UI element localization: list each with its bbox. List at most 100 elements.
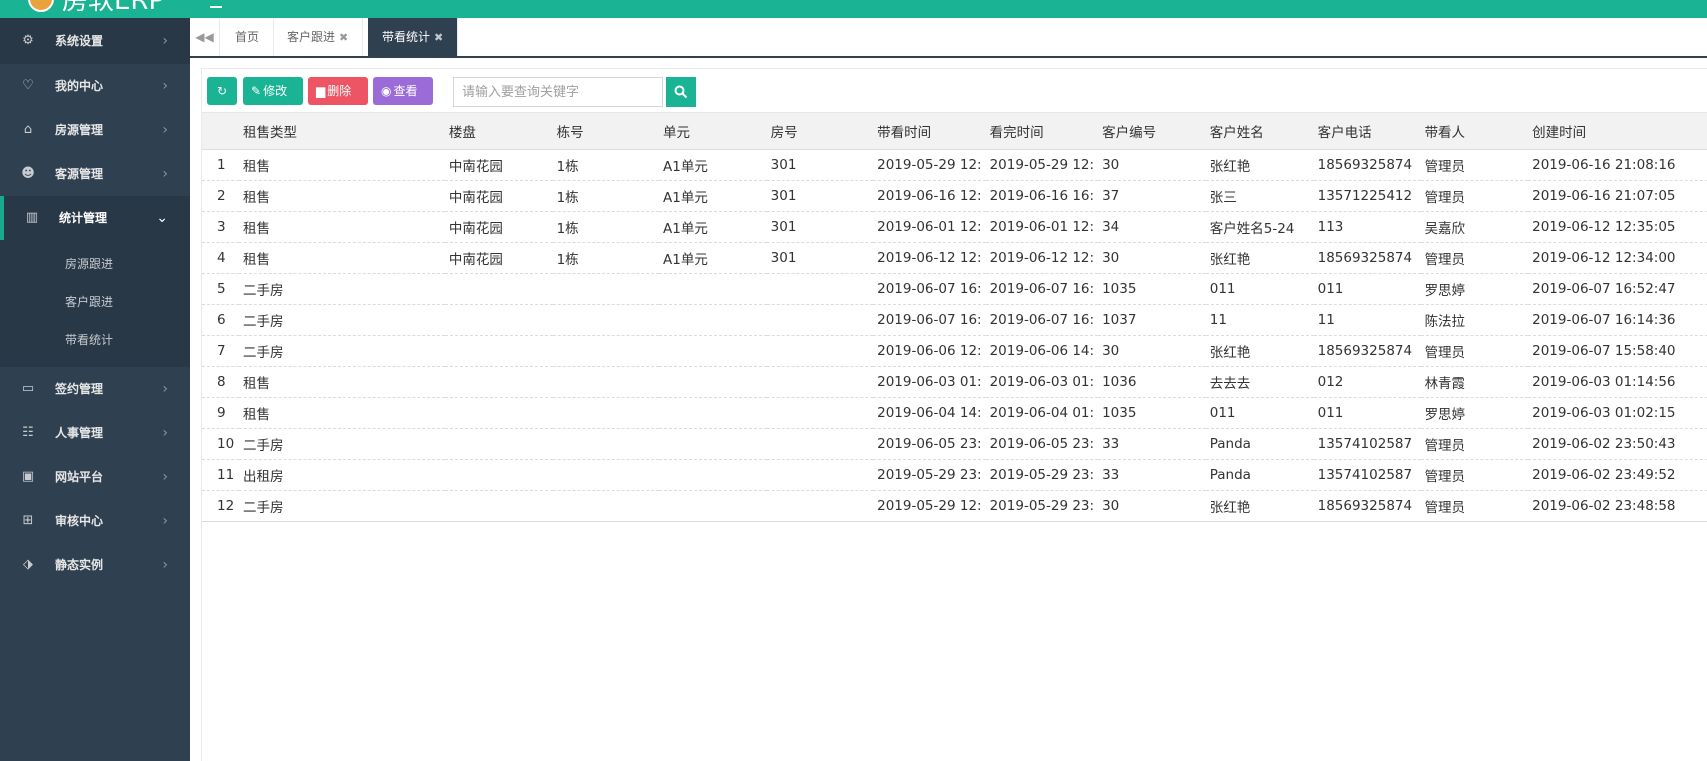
table-cell: 陈法拉 xyxy=(1420,304,1529,336)
sidebar-item-static-examples[interactable]: ⬗ 静态实例 › xyxy=(0,543,190,587)
column-header[interactable]: 客户姓名 xyxy=(1205,112,1314,150)
table-cell: 18569325874 xyxy=(1313,242,1421,274)
table-row[interactable]: 5 二手房 2019-06-07 16: 2019-06-07 16: 1035 011 0… xyxy=(202,273,1707,305)
column-header[interactable]: 房号 xyxy=(766,112,874,150)
table-cell xyxy=(659,366,767,398)
column-header[interactable]: 客户编号 xyxy=(1098,112,1206,150)
column-header[interactable]: 看完时间 xyxy=(985,112,1099,150)
tab-viewing-stats[interactable]: 带看统计 ✖ xyxy=(368,18,459,56)
sidebar: ⚙ 系统设置 › ♡ 我的中心 › ⌂ 房源管理 › ☻ 客源管理 › ▥ 统计… xyxy=(0,18,190,761)
tab-label: 带看统计 xyxy=(382,30,431,44)
menu-toggle-icon[interactable] xyxy=(210,6,222,9)
column-header[interactable]: 单元 xyxy=(659,112,767,150)
table-row[interactable]: 10 二手房 2019-06-05 23: 2019-06-05 23: 33 Panda… xyxy=(202,428,1707,460)
tab-home[interactable]: 首页 xyxy=(221,18,275,56)
table-cell: 1035 xyxy=(1098,273,1206,305)
column-header[interactable]: 带看时间 xyxy=(873,112,986,150)
heart-icon: ♡ xyxy=(22,78,34,93)
table-cell xyxy=(552,428,660,460)
table-cell: 13571225412 xyxy=(1313,180,1421,212)
column-header[interactable]: 创建时间 xyxy=(1528,112,1707,150)
chevron-right-icon: › xyxy=(162,381,168,397)
sidebar-item-hr[interactable]: ☷ 人事管理 › xyxy=(0,411,190,455)
logo-icon xyxy=(28,0,54,12)
refresh-button[interactable]: ↻ xyxy=(207,77,237,105)
table-cell: 113 xyxy=(1313,211,1421,243)
table-cell: 管理员 xyxy=(1420,180,1529,212)
table-cell: 2019-06-05 23: xyxy=(873,428,986,460)
delete-button[interactable]: ▆ 删除 xyxy=(308,77,368,105)
table-row[interactable]: 8 租售 2019-06-03 01: 2019-06-03 01: 1036 去去去 01… xyxy=(202,366,1707,398)
sidebar-item-property[interactable]: ⌂ 房源管理 › xyxy=(0,108,190,152)
table-cell: 2019-06-07 16: xyxy=(873,304,986,336)
column-header[interactable]: 带看人 xyxy=(1420,112,1529,150)
table-cell: 2019-06-03 01:14:56 xyxy=(1528,366,1707,398)
table-row[interactable]: 2 租售 中南花园 1栋 A1单元 301 2019-06-16 12: 2019-06-16… xyxy=(202,180,1707,212)
row-index-cell: 1 xyxy=(202,149,239,181)
chevron-right-icon: › xyxy=(162,78,168,94)
table-cell: 301 xyxy=(766,149,874,181)
row-index-cell: 6 xyxy=(202,304,239,336)
table-cell: 2019-05-29 12: xyxy=(873,490,986,522)
table-cell: 2019-05-29 23: xyxy=(873,459,986,491)
table-cell xyxy=(659,397,767,429)
row-index-cell: 4 xyxy=(202,242,239,274)
sidebar-item-label: 人事管理 xyxy=(55,426,104,440)
column-header[interactable]: 租售类型 xyxy=(238,112,445,150)
table-cell: 租售 xyxy=(238,242,445,274)
sidebar-item-my-center[interactable]: ♡ 我的中心 › xyxy=(0,64,190,108)
table-cell: 去去去 xyxy=(1205,366,1314,398)
table-cell xyxy=(444,459,553,491)
row-index-cell: 3 xyxy=(202,211,239,243)
tab-scroll-left-icon[interactable]: ◀◀ xyxy=(190,18,220,56)
sidebar-item-customers[interactable]: ☻ 客源管理 › xyxy=(0,152,190,196)
column-header[interactable]: 客户电话 xyxy=(1313,112,1421,150)
table-row[interactable]: 11 出租房 2019-05-29 23: 2019-05-29 23: 33 Panda… xyxy=(202,459,1707,491)
sidebar-item-website[interactable]: ▣ 网站平台 › xyxy=(0,455,190,499)
table-cell xyxy=(766,397,874,429)
chevron-right-icon: › xyxy=(162,33,168,49)
search-input[interactable] xyxy=(453,77,663,107)
table-cell xyxy=(766,366,874,398)
column-header[interactable]: 楼盘 xyxy=(444,112,553,150)
table-cell xyxy=(444,273,553,305)
table-cell: 301 xyxy=(766,180,874,212)
table-cell xyxy=(444,335,553,367)
close-icon[interactable]: ✖ xyxy=(339,31,348,44)
table-cell: A1单元 xyxy=(659,211,767,243)
table-cell xyxy=(766,304,874,336)
sidebar-item-system-settings[interactable]: ⚙ 系统设置 › xyxy=(0,18,190,64)
table-row[interactable]: 3 租售 中南花园 1栋 A1单元 301 2019-06-01 12: 2019-06-01… xyxy=(202,211,1707,243)
table-cell: 2019-06-02 23:49:52 xyxy=(1528,459,1707,491)
sidebar-item-statistics[interactable]: ▥ 统计管理 ⌄ xyxy=(0,196,190,240)
column-header[interactable]: 栋号 xyxy=(552,112,660,150)
table-row[interactable]: 1 租售 中南花园 1栋 A1单元 301 2019-05-29 12: 2019-05-29… xyxy=(202,149,1707,181)
table-cell xyxy=(659,304,767,336)
sidebar-item-contracts[interactable]: ▭ 签约管理 › xyxy=(0,367,190,411)
table-cell: 2019-06-16 21:08:16 xyxy=(1528,149,1707,181)
table-row[interactable]: 9 租售 2019-06-04 14: 2019-06-04 01: 1035 011 01… xyxy=(202,397,1707,429)
tab-customer-followup[interactable]: 客户跟进 ✖ xyxy=(273,18,364,56)
search-button[interactable] xyxy=(666,77,696,107)
table-row[interactable]: 7 二手房 2019-06-06 12: 2019-06-06 14: 30 张红艳 185… xyxy=(202,335,1707,367)
table-row[interactable]: 6 二手房 2019-06-07 16: 2019-06-07 16: 1037 11 11… xyxy=(202,304,1707,336)
view-button[interactable]: ◉ 查看 xyxy=(373,77,433,105)
pencil-icon: ✎ xyxy=(251,84,262,98)
close-icon[interactable]: ✖ xyxy=(434,31,443,44)
table-cell: 罗思婷 xyxy=(1420,397,1529,429)
table-cell: 2019-06-03 01: xyxy=(985,366,1099,398)
sidebar-item-label: 网站平台 xyxy=(55,470,104,484)
table-cell: A1单元 xyxy=(659,242,767,274)
table-cell: 30 xyxy=(1098,242,1206,274)
table-cell: 2019-05-29 23: xyxy=(985,459,1099,491)
sub-item-viewing-stats[interactable]: 带看统计 xyxy=(0,321,190,359)
sidebar-item-review[interactable]: ⊞ 审核中心 › xyxy=(0,499,190,543)
table-row[interactable]: 12 二手房 2019-05-29 12: 2019-05-29 23: 30 张红艳 18… xyxy=(202,490,1707,522)
sub-item-customer-followup[interactable]: 客户跟进 xyxy=(0,283,190,321)
table-row[interactable]: 4 租售 中南花园 1栋 A1单元 301 2019-06-12 12: 2019-06-12… xyxy=(202,242,1707,274)
table-cell: 租售 xyxy=(238,366,445,398)
table-cell: 2019-06-07 16: xyxy=(985,304,1099,336)
table-cell: 2019-06-16 16: xyxy=(985,180,1099,212)
sub-item-property-followup[interactable]: 房源跟进 xyxy=(0,245,190,283)
edit-button[interactable]: ✎ 修改 xyxy=(243,77,303,105)
